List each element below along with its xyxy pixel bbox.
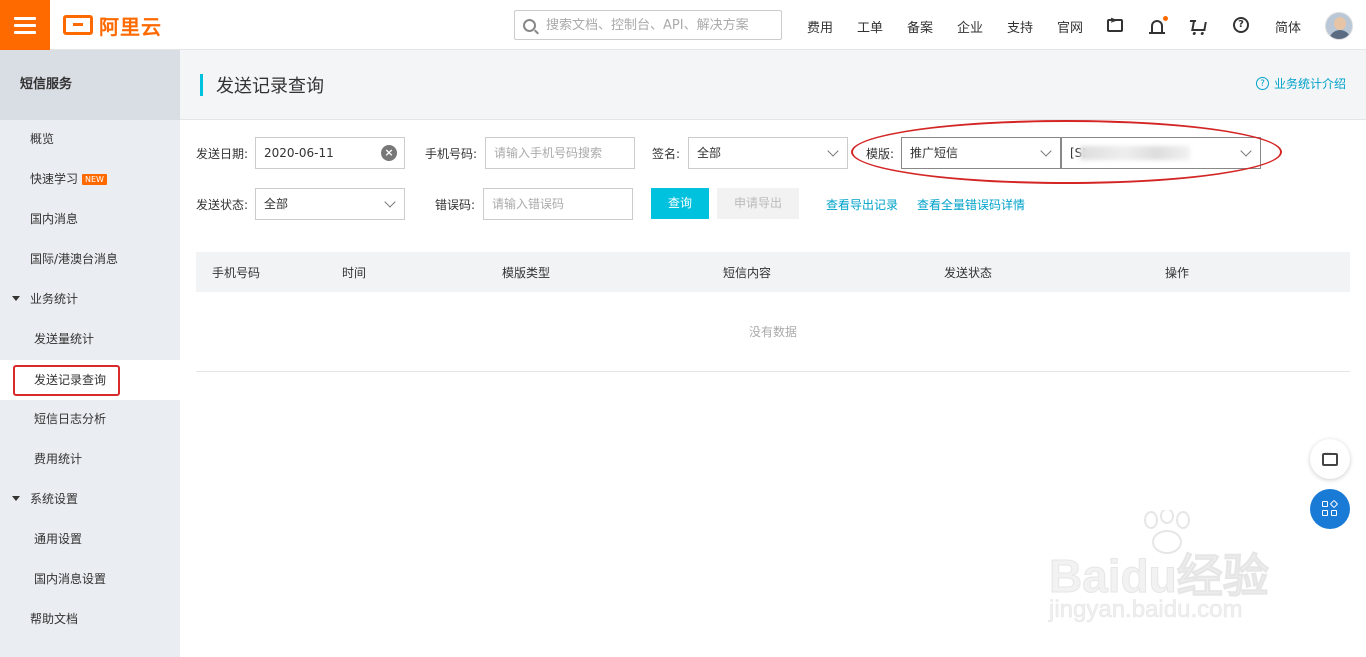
notification-button[interactable] <box>1147 15 1168 35</box>
status-value: 全部 <box>264 197 289 211</box>
page-header: 发送记录查询 ? 业务统计介绍 <box>180 50 1366 120</box>
sidebar-group-business-stats[interactable]: 业务统计 <box>0 279 180 319</box>
empty-state-text: 没有数据 <box>748 325 797 339</box>
sidebar-item-quick-learn[interactable]: 快速学习 NEW <box>0 159 180 199</box>
error-code-input[interactable]: 请输入错误码 <box>483 188 633 220</box>
nav-support[interactable]: 支持 <box>1007 17 1033 36</box>
intro-link-label: 业务统计介绍 <box>1273 77 1346 91</box>
phone-input[interactable]: 请输入手机号码搜索 <box>485 137 635 169</box>
export-button[interactable]: 申请导出 <box>717 188 799 219</box>
search-input[interactable] <box>546 17 776 33</box>
error-code-details-link[interactable]: 查看全量错误码详情 <box>917 196 1025 213</box>
top-bar: 阿里云 费用 工单 备案 企业 支持 官网 ? 简体 <box>0 0 1366 50</box>
column-header: 短信内容 <box>723 266 772 280</box>
column-header: 手机号码 <box>212 266 261 280</box>
language-switch[interactable]: 简体 <box>1275 17 1301 36</box>
sidebar-title: 短信服务 <box>0 50 180 120</box>
search-icon[interactable] <box>523 18 536 32</box>
query-button[interactable]: 查询 <box>651 188 709 219</box>
column-header: 时间 <box>342 266 367 280</box>
phone-label: 手机号码: <box>425 147 478 161</box>
sidebar-item-label: 概览 <box>30 132 55 146</box>
cart-icon <box>1191 21 1207 31</box>
aliyun-logo[interactable]: 阿里云 <box>63 13 162 39</box>
sidebar-item-label: 短信日志分析 <box>34 412 107 426</box>
error-code-label: 错误码: <box>435 198 476 212</box>
sidebar-item-overview[interactable]: 概览 <box>0 119 180 159</box>
clear-icon[interactable]: × <box>381 145 397 161</box>
sidebar-item-label: 快速学习 <box>30 172 79 186</box>
bell-icon <box>1149 20 1165 34</box>
sidebar-item-international-messages[interactable]: 国际/港澳台消息 <box>0 239 180 279</box>
date-value: 2020-06-11 <box>264 146 334 160</box>
aliyun-logo-icon <box>63 15 93 35</box>
avatar[interactable] <box>1325 12 1353 40</box>
title-accent-bar <box>200 74 203 96</box>
date-label: 发送日期: <box>196 147 249 161</box>
column-header: 发送状态 <box>944 266 993 280</box>
sign-label: 签名: <box>652 147 681 161</box>
chevron-down-icon <box>827 145 839 157</box>
export-records-link[interactable]: 查看导出记录 <box>826 196 898 213</box>
column-header: 操作 <box>1165 266 1190 280</box>
sidebar-item-label: 发送量统计 <box>34 332 95 346</box>
baidu-jingyan-watermark: Baidu经验 jingyan.baidu.com <box>1045 510 1345 630</box>
sidebar-item-label: 帮助文档 <box>30 612 79 626</box>
sign-value: 全部 <box>697 146 722 160</box>
chat-icon <box>1322 449 1338 466</box>
sidebar-item-label: 业务统计 <box>30 292 79 306</box>
sidebar-item-label: 国际/港澳台消息 <box>30 252 119 266</box>
nav-fees[interactable]: 费用 <box>807 17 833 36</box>
business-stats-intro-link[interactable]: ? 业务统计介绍 <box>1255 75 1346 92</box>
sidebar-item-label: 系统设置 <box>30 492 79 506</box>
help-icon: ? <box>1233 17 1249 33</box>
table-body: 没有数据 <box>196 292 1350 372</box>
status-label: 发送状态: <box>196 198 249 212</box>
search-box[interactable] <box>514 10 782 40</box>
annotation-red-box <box>13 365 120 396</box>
nav-official-site[interactable]: 官网 <box>1057 17 1083 36</box>
nav-enterprise[interactable]: 企业 <box>957 17 983 36</box>
sidebar-item-label: 国内消息设置 <box>34 572 107 586</box>
chat-button[interactable] <box>1310 439 1350 479</box>
help-button[interactable]: ? <box>1231 15 1251 35</box>
sidebar-item-help-docs[interactable]: 帮助文档 <box>0 599 180 639</box>
sidebar-group-system-settings[interactable]: 系统设置 <box>0 479 180 519</box>
sidebar-item-cost-stats[interactable]: 费用统计 <box>0 439 180 479</box>
sidebar: 短信服务 概览 快速学习 NEW 国内消息 国际/港澳台消息 业务统计 发送量统计… <box>0 50 180 657</box>
sidebar-item-domestic-settings[interactable]: 国内消息设置 <box>0 559 180 599</box>
caret-down-icon <box>12 296 20 301</box>
terminal-icon <box>1107 16 1123 32</box>
watermark-url: jingyan.baidu.com <box>1049 596 1243 624</box>
status-select[interactable]: 全部 <box>255 188 405 220</box>
date-picker[interactable]: 2020-06-11 × <box>255 137 405 169</box>
question-circle-icon: ? <box>1255 77 1269 90</box>
column-header: 模版类型 <box>502 266 551 280</box>
sidebar-item-log-analysis[interactable]: 短信日志分析 <box>0 399 180 439</box>
sidebar-item-label: 费用统计 <box>34 452 83 466</box>
annotation-red-ellipse <box>851 120 1282 184</box>
sidebar-item-domestic-messages[interactable]: 国内消息 <box>0 199 180 239</box>
nav-icp[interactable]: 备案 <box>907 17 933 36</box>
brand-name: 阿里云 <box>99 14 162 39</box>
notification-dot <box>1163 16 1168 21</box>
chevron-down-icon <box>384 196 396 208</box>
new-badge: NEW <box>82 174 107 185</box>
nav-tickets[interactable]: 工单 <box>857 17 883 36</box>
sidebar-item-send-volume-stats[interactable]: 发送量统计 <box>0 319 180 359</box>
sidebar-item-label: 国内消息 <box>30 212 79 226</box>
menu-icon[interactable] <box>0 0 50 50</box>
cart-button[interactable] <box>1189 15 1209 35</box>
sidebar-item-label: 通用设置 <box>34 532 83 546</box>
terminal-button[interactable] <box>1105 15 1125 35</box>
page-title: 发送记录查询 <box>216 76 324 97</box>
caret-down-icon <box>12 496 20 501</box>
table-header: 手机号码 时间 模版类型 短信内容 发送状态 操作 <box>196 252 1350 292</box>
sign-select[interactable]: 全部 <box>688 137 848 169</box>
sidebar-item-general-settings[interactable]: 通用设置 <box>0 519 180 559</box>
